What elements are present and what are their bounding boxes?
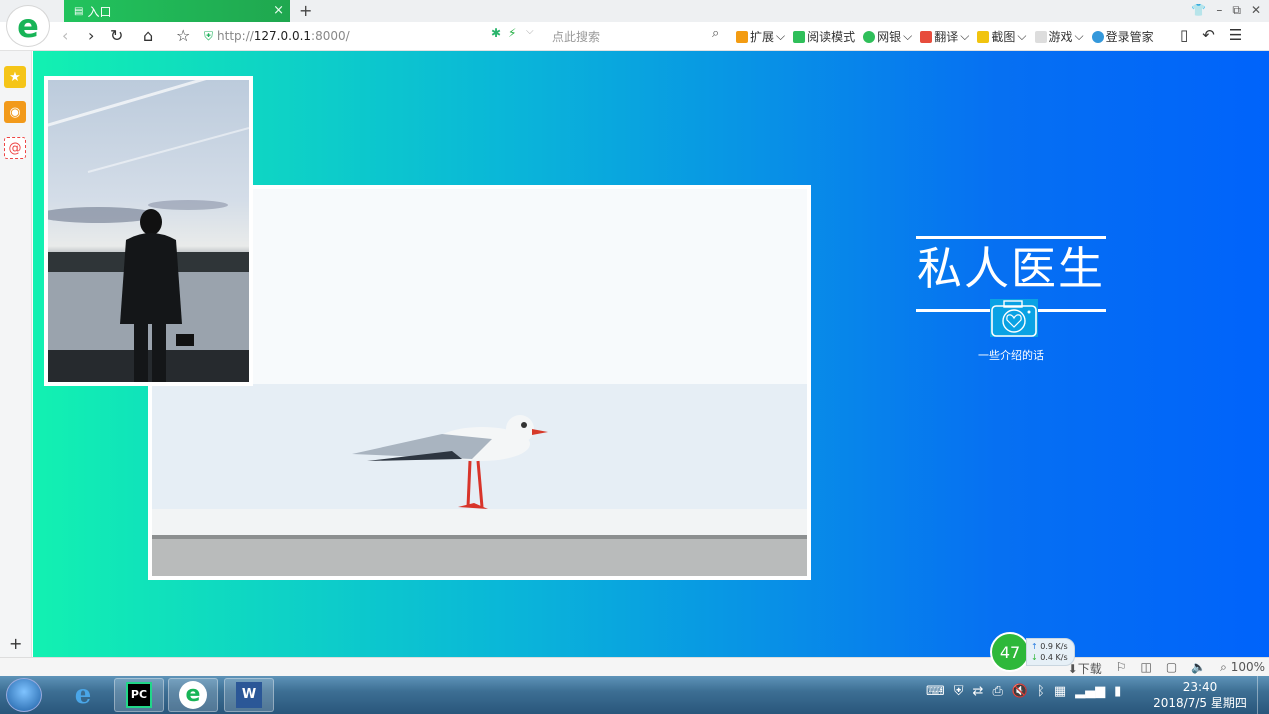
start-button[interactable]	[6, 678, 42, 712]
browser-tab[interactable]: ▤ 入口 ×	[64, 0, 290, 22]
home-icon[interactable]: ⌂	[143, 26, 153, 45]
right-controls: ▯ ↶ ☰	[1180, 26, 1242, 44]
toolbar-item-reading-mode[interactable]: 阅读模式	[793, 28, 855, 45]
window-icon[interactable]: ▢	[1166, 660, 1177, 677]
mute-icon[interactable]: 🔇	[1012, 684, 1028, 699]
add-sidebar-button[interactable]: +	[9, 634, 22, 653]
star-icon[interactable]: ★	[4, 66, 26, 88]
print-icon[interactable]: ⎙	[992, 684, 1002, 699]
person-lake-image	[48, 80, 249, 382]
translate-icon	[920, 30, 933, 43]
chevron-down-icon[interactable]: ⌵	[526, 26, 534, 37]
window-controls: 👕 – ⧉ ✕	[1191, 3, 1261, 18]
bluetooth-icon[interactable]: ᛒ	[1037, 684, 1045, 699]
email-icon[interactable]: @	[4, 137, 26, 159]
camera-divider	[916, 299, 1106, 345]
page-icon: ▤	[74, 5, 84, 17]
speed-mode-icon[interactable]: ⚡	[508, 26, 516, 40]
back-icon[interactable]: ‹	[62, 26, 68, 45]
memory-percent: 47	[990, 632, 1030, 672]
reload-icon[interactable]: ↻	[110, 26, 123, 45]
tab-bar: ▤ 入口 × + 👕 – ⧉ ✕	[0, 0, 1269, 22]
favorite-star-icon[interactable]: ☆	[176, 26, 190, 45]
url-text: http://127.0.0.1:8000/	[217, 29, 350, 43]
security-shield-icon: ⛨	[204, 28, 214, 43]
close-button[interactable]: ✕	[1251, 3, 1261, 18]
volume-icon[interactable]: 🔈	[1191, 660, 1206, 677]
search-input[interactable]: 点此搜索	[552, 28, 600, 45]
camera-heart-icon	[990, 299, 1038, 337]
zoom-control[interactable]: ⌕ 100%	[1220, 660, 1265, 677]
extension-icon[interactable]: ✱	[491, 26, 501, 40]
menu-icon[interactable]: ☰	[1229, 26, 1242, 44]
word-taskbar-icon[interactable]: W	[224, 678, 274, 712]
speed-readout: ↑ 0.9 K/s ↓ 0.4 K/s	[1026, 638, 1075, 666]
new-tab-button[interactable]: +	[299, 1, 312, 20]
tab-title: 入口	[87, 4, 112, 19]
flag-icon[interactable]: ⚐	[1116, 660, 1127, 677]
undo-icon[interactable]: ↶	[1202, 26, 1215, 44]
network-tray-icon[interactable]: ⇄	[973, 684, 984, 699]
power-icon[interactable]: ▮	[1114, 684, 1121, 699]
toolbar-item-banking[interactable]: 网银 ⌵	[863, 28, 912, 45]
signal-icon[interactable]: ▂▄▆	[1075, 684, 1105, 699]
toolbar-item-screenshot[interactable]: 截图 ⌵	[977, 28, 1027, 45]
page-subtitle: 一些介绍的话	[978, 349, 1044, 362]
page-content: 私人医生 一些介绍的话	[33, 51, 1269, 657]
toolbar: 扩展 ⌵ 阅读模式 网银 ⌵ 翻译 ⌵ 截图 ⌵ 游戏 ⌵ 登录管家	[736, 28, 1154, 45]
clock-time: 23:40	[1182, 680, 1218, 694]
address-bar[interactable]: ⛨ http://127.0.0.1:8000/ ✱ ⚡ ⌵ 点此搜索 ⌕	[204, 25, 724, 47]
sidebar: ★ ◉ @ +	[0, 51, 32, 657]
minimize-button[interactable]: –	[1216, 3, 1222, 18]
security-icon[interactable]: ⛨	[954, 684, 964, 699]
tabs-icon[interactable]: ◫	[1140, 660, 1151, 677]
app-tray-icon[interactable]: ▦	[1054, 684, 1066, 699]
toolbar-item-translate[interactable]: 翻译 ⌵	[920, 28, 969, 45]
apps-icon	[736, 30, 748, 43]
gamepad-icon	[1034, 30, 1047, 43]
person-lake-photo	[44, 76, 253, 386]
status-bar: ⬇下载 ⚐ ◫ ▢ 🔈 ⌕ 100%	[0, 657, 1269, 676]
restore-button[interactable]: ⧉	[1232, 3, 1241, 18]
navigation-bar: ‹ › ↻ ⌂ ☆ ⛨ http://127.0.0.1:8000/ ✱ ⚡ ⌵…	[0, 22, 1269, 51]
show-desktop-button[interactable]	[1257, 676, 1269, 714]
ie-taskbar-icon[interactable]: e	[58, 678, 108, 712]
bookmark-icon[interactable]: ▯	[1180, 26, 1188, 44]
taskbar: e PC e W ⌨ ⛨ ⇄ ⎙ 🔇 ᛒ ▦ ▂▄▆ ▮ 23:40 2018/…	[0, 676, 1269, 714]
book-icon	[793, 30, 806, 43]
clock[interactable]: 23:40 2018/7/5 星期四	[1152, 679, 1248, 711]
bank-icon	[863, 30, 876, 43]
browser-taskbar-icon[interactable]: e	[168, 678, 218, 712]
key-icon	[1091, 30, 1104, 43]
forward-icon[interactable]: ›	[88, 26, 94, 45]
pycharm-taskbar-icon[interactable]: PC	[114, 678, 164, 712]
skin-icon[interactable]: 👕	[1191, 3, 1206, 18]
zoom-icon: ⌕	[1220, 660, 1227, 674]
weibo-icon[interactable]: ◉	[4, 101, 26, 123]
toolbar-item-login-manager[interactable]: 登录管家	[1091, 28, 1154, 45]
keyboard-icon[interactable]: ⌨	[926, 684, 945, 699]
search-icon[interactable]: ⌕	[712, 26, 719, 41]
clock-date: 2018/7/5 星期四	[1153, 696, 1247, 710]
system-tray: ⌨ ⛨ ⇄ ⎙ 🔇 ᛒ ▦ ▂▄▆ ▮	[926, 684, 1121, 699]
browser-logo-icon[interactable]: e	[6, 5, 50, 47]
scissors-icon	[977, 30, 990, 43]
network-speed-widget[interactable]: 47 ↑ 0.9 K/s ↓ 0.4 K/s	[990, 632, 1075, 672]
toolbar-item-games[interactable]: 游戏 ⌵	[1034, 28, 1084, 45]
tab-close-icon[interactable]: ×	[273, 3, 284, 18]
toolbar-item-extensions[interactable]: 扩展 ⌵	[736, 28, 785, 45]
page-title: 私人医生	[916, 242, 1105, 295]
title-block: 私人医生 一些介绍的话	[916, 236, 1106, 363]
